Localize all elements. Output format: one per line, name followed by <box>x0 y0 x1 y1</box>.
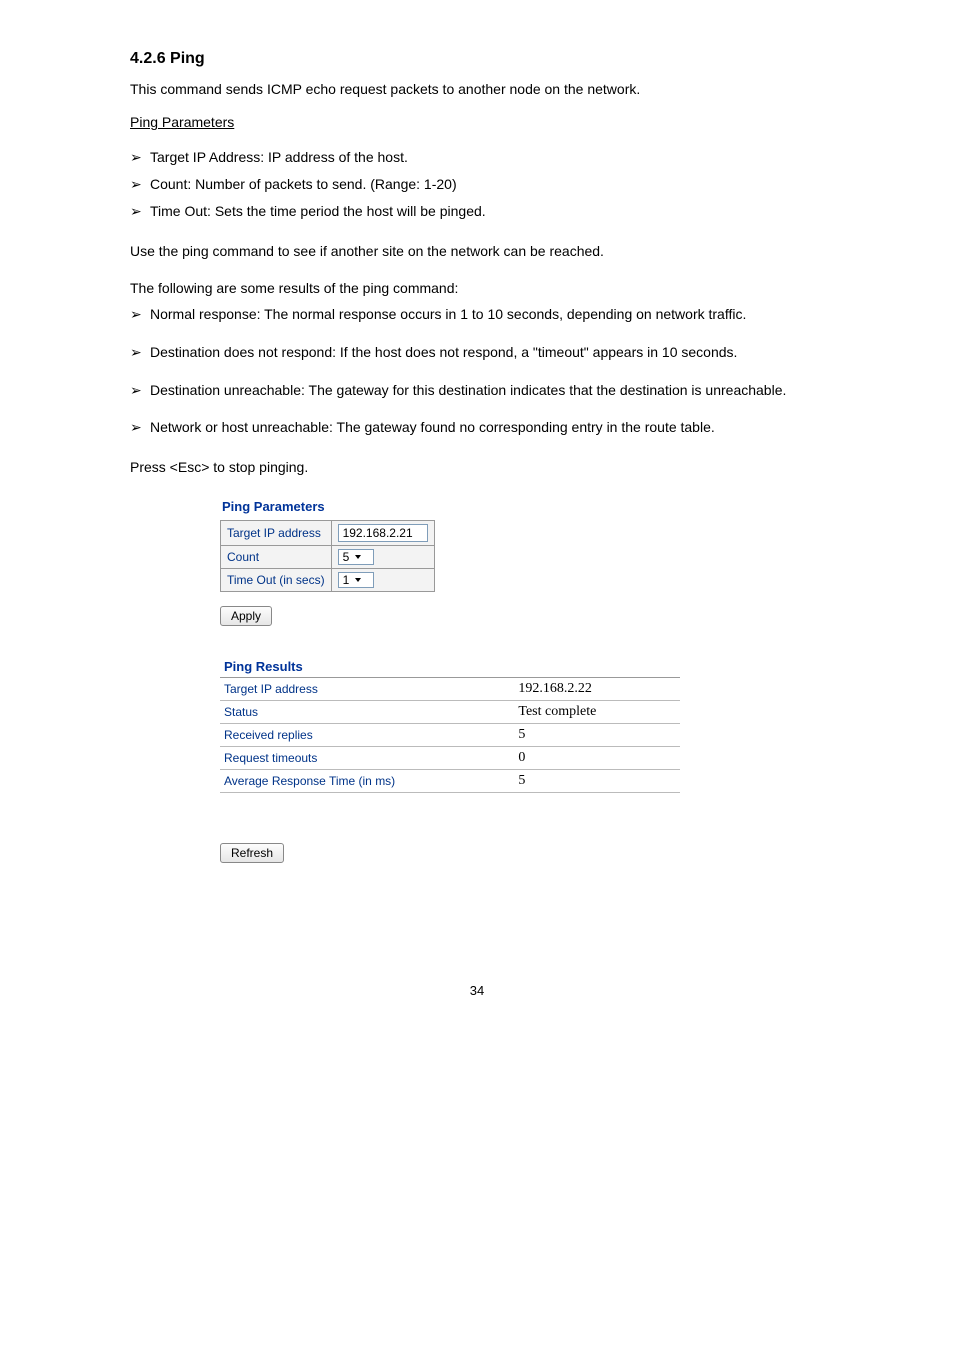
chevron-down-icon <box>355 578 361 582</box>
table-row: Request timeouts 0 <box>220 746 680 769</box>
list-item: ➢ Destination unreachable: The gateway fo… <box>130 379 824 403</box>
ping-parameters-heading: Ping Parameters <box>130 114 824 130</box>
table-header-row: Ping Results <box>220 656 680 678</box>
result-avg-value: 5 <box>514 769 680 792</box>
count-value: 5 <box>343 550 350 564</box>
result-status-label: Status <box>220 700 514 723</box>
count-cell: 5 <box>331 545 434 568</box>
page-number: 34 <box>130 983 824 998</box>
result-target-value: 192.168.2.22 <box>514 677 680 700</box>
refresh-button[interactable]: Refresh <box>220 843 284 863</box>
list-item: ➢ Network or host unreachable: The gatewa… <box>130 416 824 440</box>
list-item: ➢ Destination does not respond: If the ho… <box>130 341 824 365</box>
arrow-icon: ➢ <box>130 171 142 198</box>
chevron-down-icon <box>355 555 361 559</box>
list-item-text: Destination does not respond: If the hos… <box>150 344 737 360</box>
target-ip-cell: 192.168.2.21 <box>331 520 434 545</box>
result-received-label: Received replies <box>220 723 514 746</box>
table-row: Time Out (in secs) 1 <box>221 568 435 591</box>
body-paragraph: Use the ping command to see if another s… <box>130 240 824 262</box>
result-timeouts-label: Request timeouts <box>220 746 514 769</box>
arrow-icon: ➢ <box>130 341 142 365</box>
list-item-text: Network or host unreachable: The gateway… <box>150 419 715 435</box>
arrow-icon: ➢ <box>130 198 142 225</box>
ping-results-table: Ping Results Target IP address 192.168.2… <box>220 656 680 793</box>
intro-paragraph: This command sends ICMP echo request pac… <box>130 78 824 100</box>
ping-widgets: Ping Parameters Target IP address 192.16… <box>220 499 824 863</box>
table-row: Target IP address 192.168.2.22 <box>220 677 680 700</box>
target-ip-input[interactable]: 192.168.2.21 <box>338 524 428 542</box>
list-item: ➢ Count: Number of packets to send. (Rang… <box>130 171 824 198</box>
table-row: Target IP address 192.168.2.21 <box>221 520 435 545</box>
timeout-cell: 1 <box>331 568 434 591</box>
target-ip-label: Target IP address <box>221 520 332 545</box>
table-row: Count 5 <box>221 545 435 568</box>
esc-line: Press <Esc> to stop pinging. <box>130 456 824 478</box>
arrow-icon: ➢ <box>130 303 142 327</box>
arrow-icon: ➢ <box>130 144 142 171</box>
list-item: ➢ Target IP Address: IP address of the ho… <box>130 144 824 171</box>
count-label: Count <box>221 545 332 568</box>
result-target-label: Target IP address <box>220 677 514 700</box>
count-select[interactable]: 5 <box>338 549 374 565</box>
timeout-label: Time Out (in secs) <box>221 568 332 591</box>
list-item-text: Normal response: The normal response occ… <box>150 306 746 322</box>
list-item: ➢ Normal response: The normal response oc… <box>130 303 824 327</box>
arrow-icon: ➢ <box>130 379 142 403</box>
timeout-value: 1 <box>343 573 350 587</box>
ping-results-title: Ping Results <box>220 656 680 678</box>
table-row: Received replies 5 <box>220 723 680 746</box>
param-bullet-list: ➢ Target IP Address: IP address of the ho… <box>130 144 824 224</box>
list-item-text: Target IP Address: IP address of the hos… <box>150 149 408 165</box>
result-avg-label: Average Response Time (in ms) <box>220 769 514 792</box>
result-timeouts-value: 0 <box>514 746 680 769</box>
apply-button[interactable]: Apply <box>220 606 272 626</box>
result-status-value: Test complete <box>514 700 680 723</box>
table-row: Average Response Time (in ms) 5 <box>220 769 680 792</box>
body-paragraph: The following are some results of the pi… <box>130 277 824 299</box>
results-bullet-list: ➢ Normal response: The normal response oc… <box>130 303 824 440</box>
list-item: ➢ Time Out: Sets the time period the host… <box>130 198 824 225</box>
result-received-value: 5 <box>514 723 680 746</box>
ping-parameters-title: Ping Parameters <box>222 499 824 514</box>
list-item-text: Time Out: Sets the time period the host … <box>150 203 486 219</box>
section-heading: 4.2.6 Ping <box>130 50 824 68</box>
timeout-select[interactable]: 1 <box>338 572 374 588</box>
table-row: Status Test complete <box>220 700 680 723</box>
ping-parameters-table: Target IP address 192.168.2.21 Count 5 T… <box>220 520 435 592</box>
list-item-text: Count: Number of packets to send. (Range… <box>150 176 457 192</box>
list-item-text: Destination unreachable: The gateway for… <box>150 382 786 398</box>
arrow-icon: ➢ <box>130 416 142 440</box>
